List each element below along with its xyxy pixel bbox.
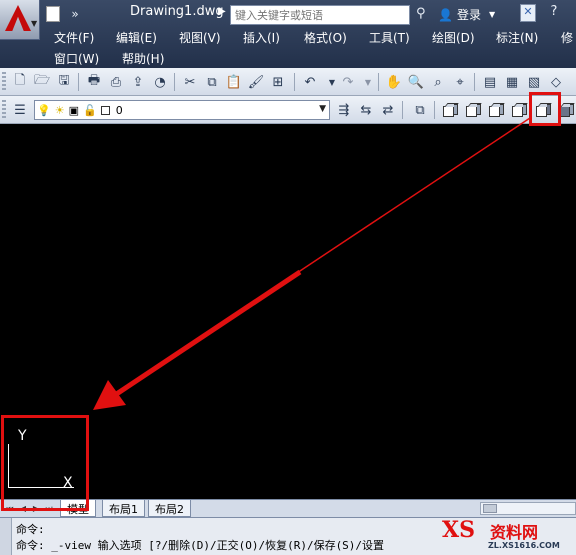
exchange-icon[interactable]: ✕ <box>520 4 536 22</box>
menu-insert[interactable]: 插入(I) <box>243 29 280 46</box>
highlight-box-ucs <box>1 415 89 511</box>
publish-icon[interactable]: ⇪ <box>128 72 148 92</box>
command-history-line-2: 命令: _-view 输入选项 [?/删除(D)/正交(O)/恢复(R)/保存(… <box>16 539 385 552</box>
undo-icon[interactable]: ↶ <box>300 72 320 92</box>
sheet-set-icon[interactable]: ◇ <box>546 72 566 92</box>
menu-file[interactable]: 文件(F) <box>54 29 94 46</box>
autocad-window: ▼ » Drawing1.dwg ▶ ⚲ 👤 登录 ▼ ✕ ? 文件(F) 编辑… <box>0 0 576 555</box>
tool-palettes-icon[interactable]: ▧ <box>524 72 544 92</box>
menu-format[interactable]: 格式(O) <box>304 29 347 46</box>
more-qat-icon[interactable]: » <box>64 4 86 24</box>
viewport-freeze-icon: ▣ <box>68 103 79 117</box>
menu-help[interactable]: 帮助(H) <box>122 50 164 67</box>
watermark-logo-icon: XS <box>442 517 475 543</box>
current-layer-name: 0 <box>115 103 123 117</box>
make-current-icon[interactable]: ⇶ <box>334 100 354 120</box>
layers-toolbar: ☰ 💡 ☀ ▣ 🔓 0 ▼ ⇶ ⇆ ⇄ ⧉ <box>0 96 576 124</box>
title-arrow-icon[interactable]: ▶ <box>218 6 226 17</box>
redo-icon[interactable]: ↷ <box>338 72 358 92</box>
chevron-down-icon: ▼ <box>488 10 496 19</box>
left-view-icon[interactable] <box>486 100 506 120</box>
toolbar-grip[interactable] <box>2 72 6 92</box>
toolbar-separator <box>402 101 403 119</box>
horizontal-scrollbar[interactable] <box>480 502 576 515</box>
lock-icon: 🔓 <box>82 103 97 117</box>
sun-icon: ☀ <box>54 103 65 117</box>
scrollbar-thumb[interactable] <box>483 504 497 513</box>
3d-dwf-icon[interactable]: ◔ <box>150 72 170 92</box>
layer-state-icon[interactable]: ⇄ <box>378 100 398 120</box>
title-bar: ▼ » Drawing1.dwg ▶ ⚲ 👤 登录 ▼ ✕ ? 文件(F) 编辑… <box>0 0 576 68</box>
tab-layout1[interactable]: 布局1 <box>102 500 145 517</box>
cut-icon[interactable]: ✂ <box>180 72 200 92</box>
named-views-icon[interactable]: ⧉ <box>410 100 430 120</box>
help-icon[interactable]: ? <box>545 4 563 22</box>
new-document-icon[interactable] <box>46 6 60 22</box>
design-center-icon[interactable]: ▦ <box>502 72 522 92</box>
toolbar-separator <box>434 101 435 119</box>
menu-bar-row-2: 窗口(W) 帮助(H) <box>0 48 576 68</box>
menu-edit[interactable]: 编辑(E) <box>116 29 157 46</box>
menu-bar-row-1: 文件(F) 编辑(E) 视图(V) 插入(I) 格式(O) 工具(T) 绘图(D… <box>0 27 576 47</box>
open-icon[interactable]: 🗁 <box>32 72 52 92</box>
highlight-box-view-button <box>529 92 561 126</box>
top-view-icon[interactable] <box>440 100 460 120</box>
layer-previous-icon[interactable]: ⇆ <box>356 100 376 120</box>
watermark-url: ZL.XS1616.COM <box>488 541 560 550</box>
plot-preview-icon[interactable]: ⎙ <box>106 72 126 92</box>
tab-layout2[interactable]: 布局2 <box>148 500 191 517</box>
zoom-window-icon[interactable]: ⌕ <box>428 72 448 92</box>
menu-dimension[interactable]: 标注(N) <box>496 29 538 46</box>
toolbar-separator <box>294 73 295 91</box>
zoom-realtime-icon[interactable]: 🔍 <box>406 72 426 92</box>
menu-window[interactable]: 窗口(W) <box>54 50 99 67</box>
watermark-title: 资料网 <box>490 523 539 542</box>
binoculars-icon[interactable]: ⚲ <box>416 6 426 21</box>
right-view-icon[interactable] <box>509 100 529 120</box>
toolbar-grip[interactable] <box>2 100 6 120</box>
quick-access-toolbar: » <box>42 3 86 25</box>
toolbar-separator <box>78 73 79 91</box>
layer-manager-icon[interactable]: ☰ <box>10 100 30 120</box>
toolbar-separator <box>378 73 379 91</box>
menu-view[interactable]: 视图(V) <box>179 29 221 46</box>
layer-dropdown[interactable]: 💡 ☀ ▣ 🔓 0 ▼ <box>34 100 330 120</box>
pan-icon[interactable]: ✋ <box>384 72 404 92</box>
bulb-icon: 💡 <box>37 103 51 117</box>
bottom-view-icon[interactable] <box>463 100 483 120</box>
paste-icon[interactable]: 📋 <box>224 72 244 92</box>
standard-toolbar: 🗋 🗁 🖫 🖶 ⎙ ⇪ ◔ ✂ ⧉ 📋 🖌 ⊞ ↶ ▼ ↷ ▼ ✋ 🔍 ⌕ ⌖ … <box>0 68 576 96</box>
zoom-previous-icon[interactable]: ⌖ <box>450 72 470 92</box>
search-input[interactable] <box>230 5 410 25</box>
command-history-line-1: 命令: <box>16 523 45 536</box>
chevron-down-icon: ▼ <box>319 104 326 114</box>
user-login[interactable]: 👤 登录 ▼ <box>438 6 495 23</box>
document-title: Drawing1.dwg <box>130 4 224 19</box>
copy-icon[interactable]: ⧉ <box>202 72 222 92</box>
properties-icon[interactable]: ▤ <box>480 72 500 92</box>
match-properties-icon[interactable]: 🖌 <box>246 72 266 92</box>
command-window-grip[interactable] <box>0 518 12 555</box>
block-editor-icon[interactable]: ⊞ <box>268 72 288 92</box>
menu-modify[interactable]: 修 <box>561 29 573 46</box>
chevron-down-icon[interactable]: ▼ <box>358 72 378 92</box>
save-icon[interactable]: 🖫 <box>54 72 74 92</box>
watermark: XS 资料网 ZL.XS1616.COM <box>440 515 576 555</box>
menu-tools[interactable]: 工具(T) <box>369 29 410 46</box>
toolbar-separator <box>174 73 175 91</box>
menu-draw[interactable]: 绘图(D) <box>432 29 475 46</box>
print-icon[interactable]: 🖶 <box>84 72 104 92</box>
color-swatch-icon <box>100 105 110 115</box>
user-icon: 👤 <box>438 7 453 22</box>
new-icon[interactable]: 🗋 <box>10 72 30 92</box>
login-label: 登录 <box>456 8 481 22</box>
toolbar-separator <box>474 73 475 91</box>
